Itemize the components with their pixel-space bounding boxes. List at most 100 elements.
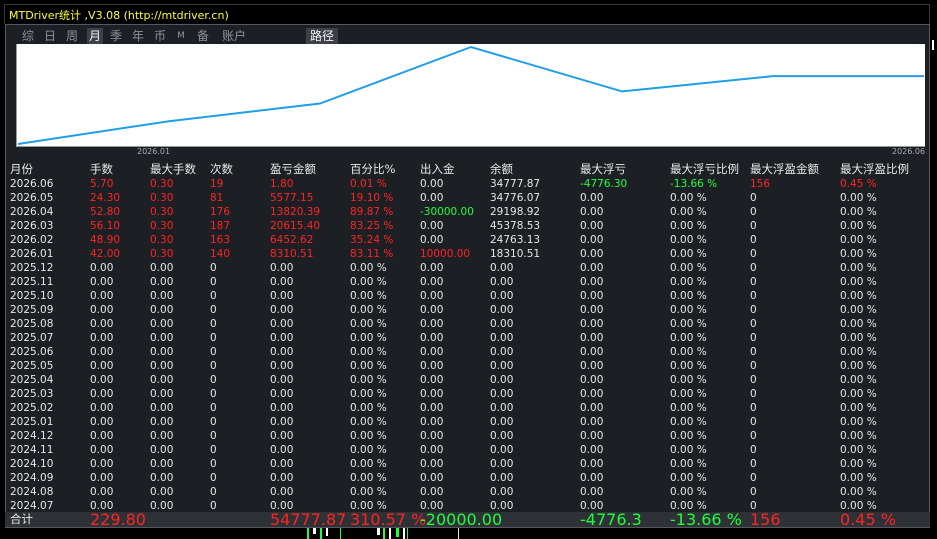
tab-currency[interactable]: 币 — [153, 28, 167, 45]
table-cell: 0.00 — [150, 500, 174, 512]
total-cell: 0.45 % — [840, 510, 896, 529]
table-cell: 0.00 % — [840, 430, 877, 442]
table-cell: 0.00 — [420, 458, 444, 470]
table-cell: 0.00 % — [670, 458, 707, 470]
table-row: 2025.05 0.00 0.00 0 0.00 0.00 % 0.00 0.00 0.00 0.… — [0, 359, 930, 373]
tab-week[interactable]: 周 — [65, 28, 79, 45]
table-cell: 0 — [210, 318, 217, 330]
balance-series-line — [17, 45, 924, 145]
table-cell: 0 — [210, 500, 217, 512]
table-cell: 18310.51 — [490, 248, 541, 260]
table-cell: 0 — [750, 346, 757, 358]
table-cell: 0.00 — [580, 360, 604, 372]
table-cell: 0.00 — [420, 430, 444, 442]
table-row: 2026.02 48.90 0.30 163 6452.62 35.24 % 0.00 247… — [0, 233, 930, 247]
tab-zong[interactable]: 综 — [21, 28, 35, 45]
column-header: 最大浮亏 — [580, 162, 626, 176]
column-header: 手数 — [90, 162, 113, 176]
tab-quarter[interactable]: 季 — [109, 28, 123, 45]
table-cell: 34776.07 — [490, 192, 541, 204]
table-cell: 0.00 — [90, 290, 114, 302]
table-cell: 0.00 — [90, 318, 114, 330]
table-cell: 2024.12 — [10, 430, 54, 442]
column-header: 月份 — [10, 162, 33, 176]
table-cell: 0 — [750, 318, 757, 330]
column-header: 最大手数 — [150, 162, 196, 176]
tab-path[interactable]: 路径 — [306, 28, 338, 45]
table-cell: 89.87 % — [350, 206, 394, 218]
table-cell: 0 — [210, 346, 217, 358]
tab-month[interactable]: 月 — [87, 28, 103, 45]
table-cell: 0.00 — [580, 318, 604, 330]
table-cell: 0.00 — [490, 318, 514, 330]
tab-m[interactable]: M — [176, 28, 186, 45]
tab-backup[interactable]: 备 — [196, 28, 210, 45]
table-cell: 0.00 — [270, 388, 294, 400]
table-cell: 0.00 — [580, 276, 604, 288]
table-cell: 0.00 — [580, 346, 604, 358]
table-cell: 0.00 — [580, 472, 604, 484]
table-cell: 0.00 % — [840, 486, 877, 498]
table-cell: 0.00 — [490, 360, 514, 372]
table-cell: 2025.04 — [10, 374, 54, 386]
table-cell: 187 — [210, 220, 231, 232]
table-cell: 8310.51 — [270, 248, 314, 260]
table-cell: 0 — [210, 388, 217, 400]
x-tick-label-end: 2026.06 — [892, 147, 926, 156]
tab-year[interactable]: 年 — [131, 28, 145, 45]
table-cell: 0 — [210, 416, 217, 428]
table-cell: 0.00 — [420, 234, 444, 246]
table-cell: 0.00 — [580, 234, 604, 246]
table-cell: 2026.05 — [10, 192, 54, 204]
table-cell: 0 — [750, 472, 757, 484]
table-cell: 0.00 % — [840, 374, 877, 386]
table-cell: 52.80 — [90, 206, 121, 218]
table-cell: 0.00 — [90, 444, 114, 456]
tab-account[interactable]: 账户 — [220, 28, 248, 45]
background-candles-right — [932, 40, 934, 50]
table-cell: 2025.12 — [10, 262, 54, 274]
table-cell: 0.00 — [150, 388, 174, 400]
table-cell: 0.00 % — [350, 444, 387, 456]
table-cell: 0.00 % — [840, 318, 877, 330]
table-cell: 0 — [750, 486, 757, 498]
table-cell: 0.00 % — [350, 304, 387, 316]
table-cell: 0.00 — [490, 402, 514, 414]
table-row: 2025.04 0.00 0.00 0 0.00 0.00 % 0.00 0.00 0.00 0.… — [0, 373, 930, 387]
table-cell: 0.00 % — [670, 248, 707, 260]
table-cell: 2026.03 — [10, 220, 54, 232]
table-cell: 0.00 % — [840, 388, 877, 400]
column-header: 次数 — [210, 162, 233, 176]
table-cell: 0.00 — [580, 206, 604, 218]
tab-day[interactable]: 日 — [43, 28, 57, 45]
table-cell: 0.00 % — [670, 374, 707, 386]
table-cell: 2025.10 — [10, 290, 54, 302]
table-cell: 0 — [210, 332, 217, 344]
total-cell: 54777.87 — [270, 510, 347, 529]
table-cell: 163 — [210, 234, 231, 246]
table-cell: 0.00 — [490, 416, 514, 428]
table-cell: 0.00 % — [670, 444, 707, 456]
table-cell: 0.00 — [270, 472, 294, 484]
table-cell: 0.00 % — [350, 332, 387, 344]
table-cell: 0 — [210, 262, 217, 274]
table-cell: 0.00 — [90, 388, 114, 400]
table-cell: 2025.11 — [10, 276, 54, 288]
table-cell: 0.00 — [420, 318, 444, 330]
table-cell: 2024.11 — [10, 444, 54, 456]
table-cell: 0.00 — [490, 262, 514, 274]
table-cell: 0.00 — [420, 402, 444, 414]
table-cell: 0.00 — [90, 402, 114, 414]
column-header: 出入金 — [420, 162, 455, 176]
table-cell: 0.01 % — [350, 178, 387, 190]
table-cell: 0 — [750, 220, 757, 232]
table-cell: 0.00 — [580, 430, 604, 442]
table-cell: 0.00 — [150, 402, 174, 414]
table-cell: 2024.08 — [10, 486, 54, 498]
table-cell: 0.00 % — [840, 360, 877, 372]
table-cell: 0.00 — [420, 374, 444, 386]
table-cell: 0.00 — [420, 178, 444, 190]
table-cell: 0.00 — [270, 290, 294, 302]
table-cell: 0.00 — [90, 276, 114, 288]
table-cell: 2024.07 — [10, 500, 54, 512]
